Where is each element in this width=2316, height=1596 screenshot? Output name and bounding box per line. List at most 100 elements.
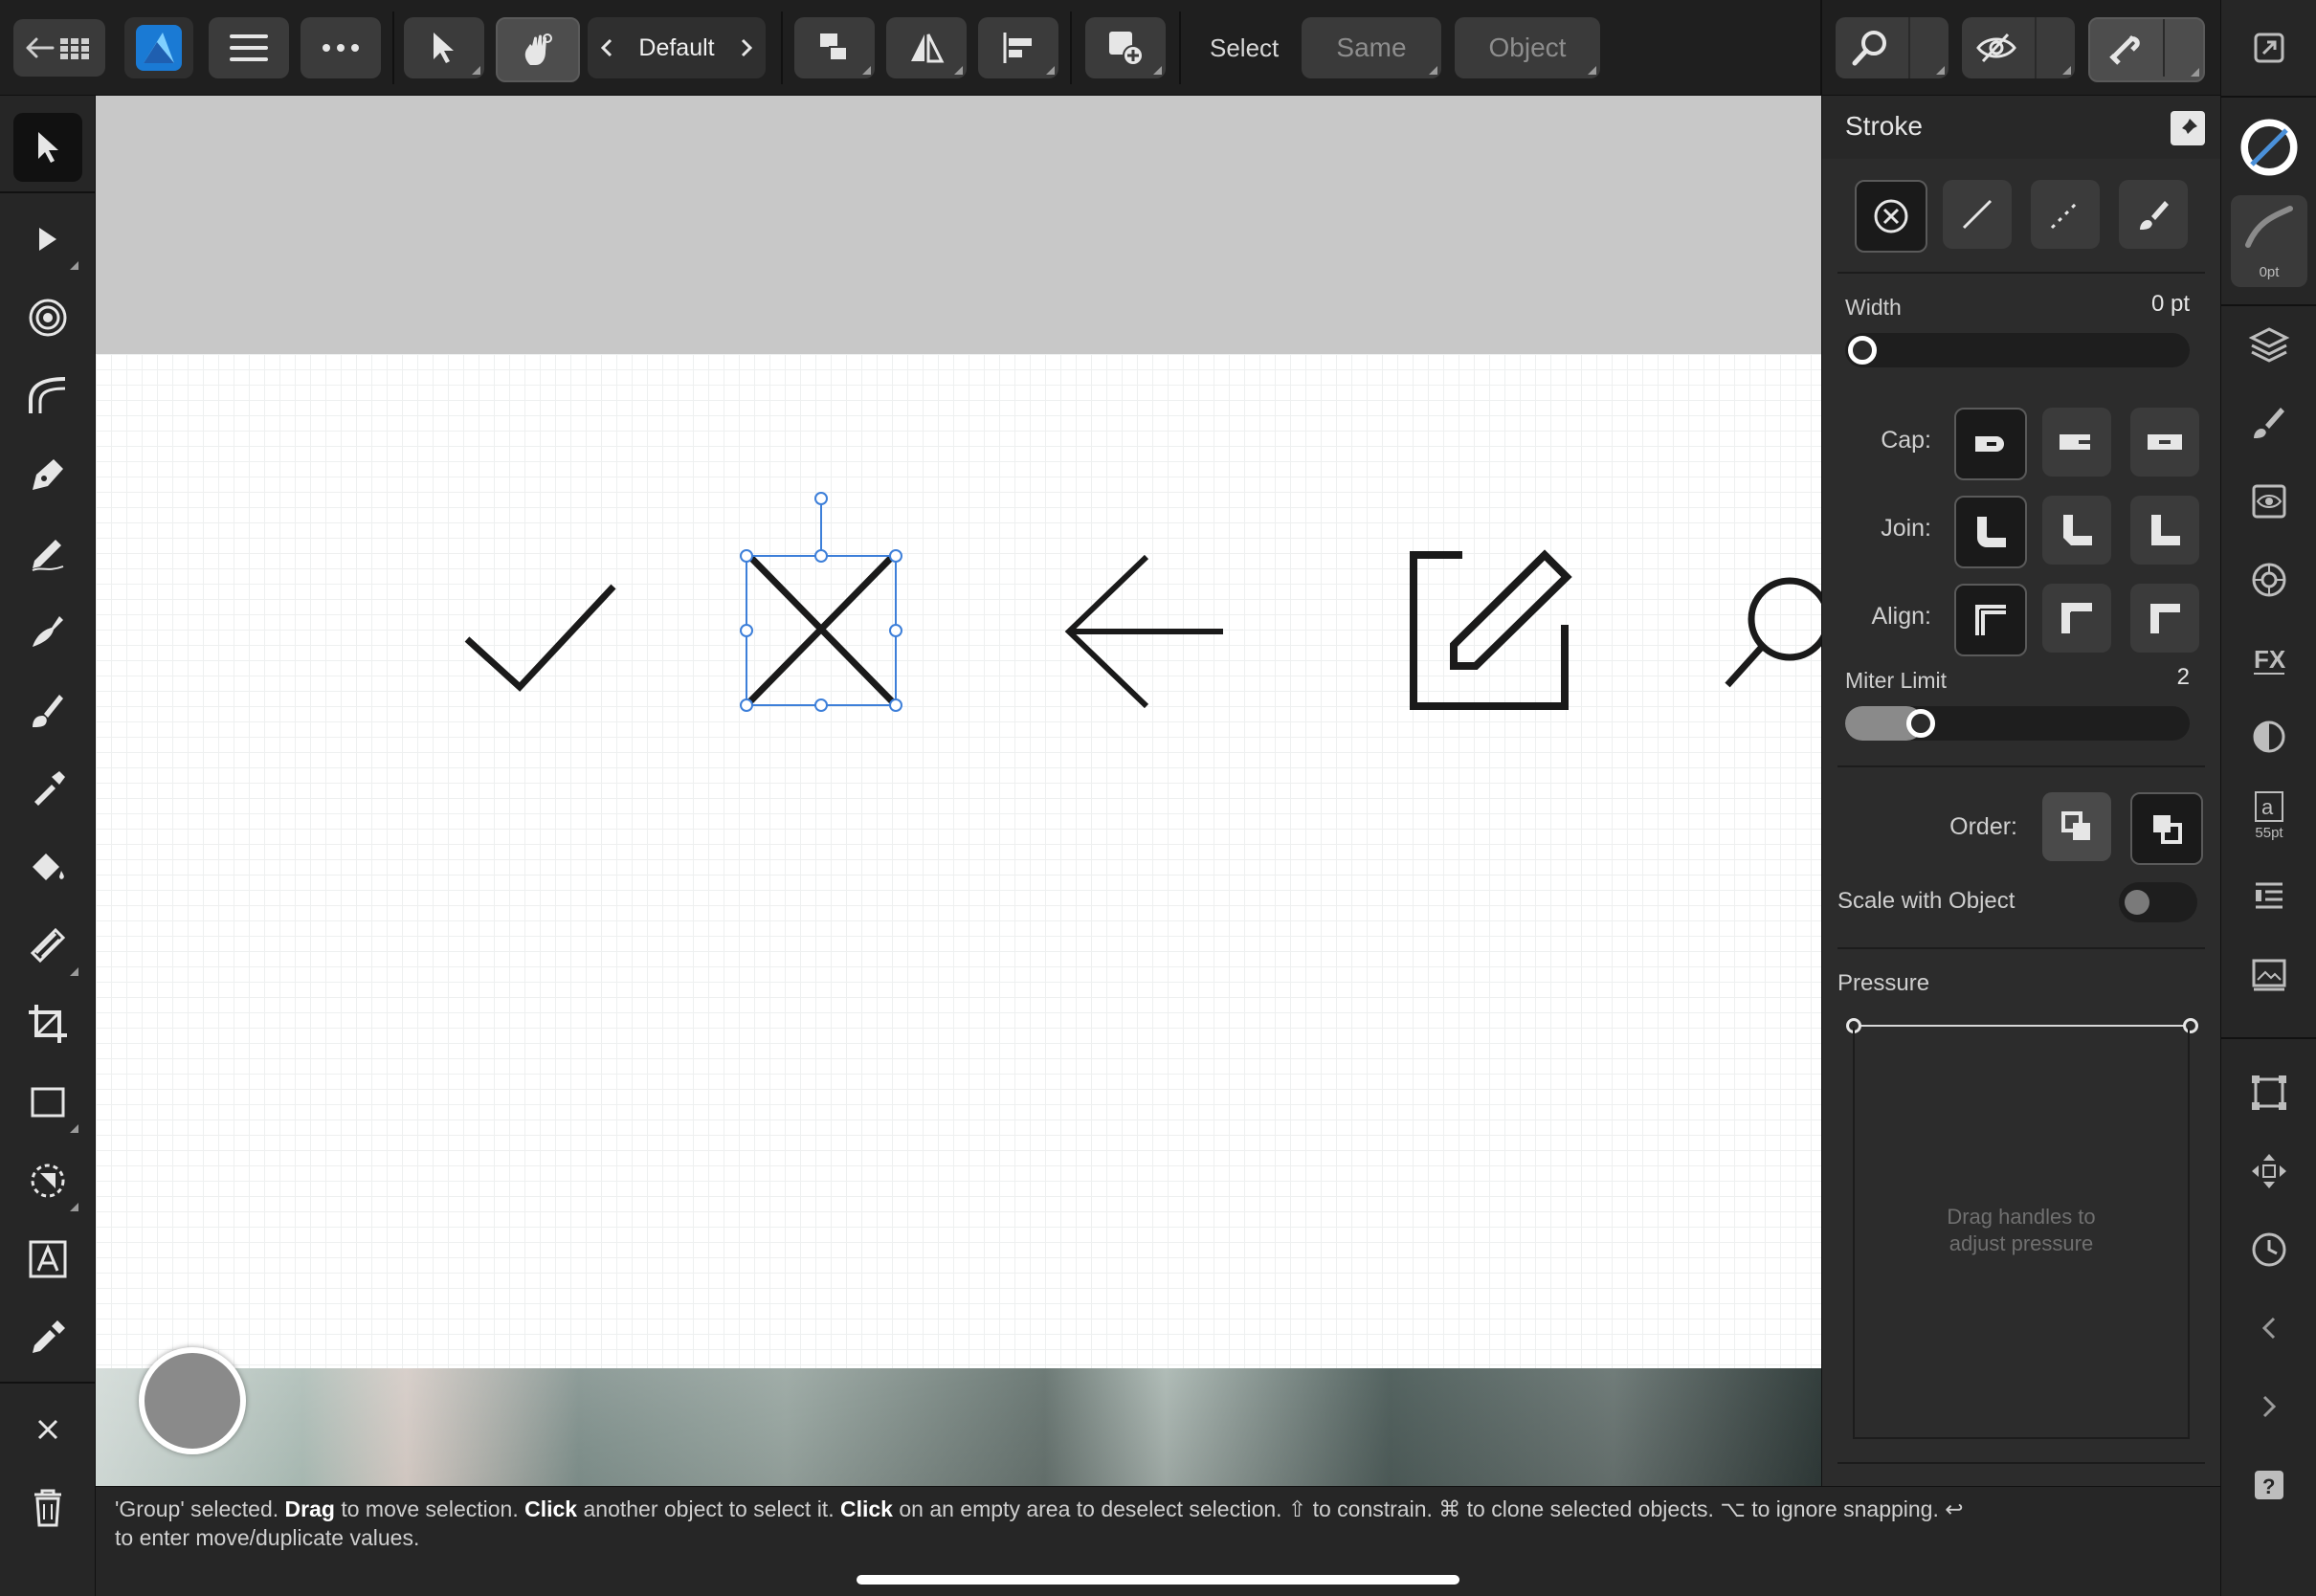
effects-studio-button[interactable]: FX: [2235, 624, 2304, 693]
chevron-left-icon[interactable]: [601, 38, 612, 57]
x-shape-group[interactable]: [746, 553, 896, 705]
gradient-circle-icon: [2250, 718, 2288, 756]
fullscreen-button[interactable]: [2235, 13, 2304, 82]
transform-studio-button[interactable]: [2235, 1058, 2304, 1127]
selection-bounding-box[interactable]: [740, 492, 902, 712]
stroke-brush-button[interactable]: [2119, 180, 2188, 249]
pressure-hint-line-1: Drag handles to: [1947, 1205, 2096, 1229]
toolbar-divider: [781, 11, 783, 84]
tools-panel: [0, 96, 96, 1596]
canvas[interactable]: [96, 96, 1821, 1486]
touch-cursor-button[interactable]: [139, 1347, 246, 1454]
width-value: 0 pt: [2150, 291, 2190, 317]
more-dots-icon: [322, 43, 360, 53]
move-tool[interactable]: [13, 113, 82, 182]
vector-brush-tool[interactable]: [13, 597, 82, 666]
delete-button[interactable]: [13, 1474, 82, 1542]
miter-limit-thumb[interactable]: [1906, 709, 1935, 738]
text-tool[interactable]: [13, 1225, 82, 1294]
select-mode-button[interactable]: [404, 17, 484, 78]
more-button[interactable]: [301, 17, 381, 78]
order-in-front-button[interactable]: [2130, 792, 2203, 865]
pin-panel-button[interactable]: [2171, 111, 2205, 145]
stroke-dashed-button[interactable]: [2031, 180, 2100, 249]
color-studio-button[interactable]: [2235, 545, 2304, 614]
collapse-right-button[interactable]: [2235, 1372, 2304, 1441]
back-to-documents-button[interactable]: [13, 19, 105, 77]
flip-button[interactable]: [886, 17, 967, 78]
checkmark-shape[interactable]: [464, 584, 616, 692]
brushes-studio-button[interactable]: [2235, 388, 2304, 457]
pressure-graph[interactable]: Drag handles to adjust pressure: [1853, 1028, 2190, 1439]
arrange-button[interactable]: [794, 17, 875, 78]
pen-tool[interactable]: [13, 440, 82, 509]
width-slider-thumb[interactable]: [1848, 336, 1877, 365]
history-studio-button[interactable]: [2235, 1215, 2304, 1284]
edit-compose-shape[interactable]: [1410, 549, 1572, 710]
close-tool-button[interactable]: [13, 1395, 82, 1464]
assets-studio-button[interactable]: [2235, 940, 2304, 1009]
color-picker-tool[interactable]: [13, 1303, 82, 1372]
align-center-button[interactable]: [1954, 584, 2027, 656]
chevron-right-icon[interactable]: [741, 38, 752, 57]
view-mode-button[interactable]: [1962, 17, 2075, 78]
text-styles-studio-button[interactable]: a 55pt: [2235, 781, 2304, 850]
persona-switcher[interactable]: Default: [588, 17, 766, 78]
select-object-button[interactable]: Object: [1455, 17, 1600, 78]
navigator-studio-button[interactable]: [2235, 1137, 2304, 1206]
stroke-curve-icon: [2244, 203, 2294, 251]
move-arrows-icon: [2250, 1152, 2288, 1190]
paragraph-studio-button[interactable]: [2235, 861, 2304, 930]
collapse-left-button[interactable]: [2235, 1294, 2304, 1363]
rectangle-tool[interactable]: [13, 1068, 82, 1137]
align-inside-button[interactable]: [2042, 584, 2111, 653]
search-shape[interactable]: [1725, 577, 1821, 688]
back-grid-icon: [24, 33, 95, 62]
toolbar-divider: [1179, 11, 1181, 84]
studio-divider: [2221, 1037, 2316, 1039]
layers-studio-button[interactable]: [2235, 310, 2304, 379]
stroke-width-swatch[interactable]: 0pt: [2231, 195, 2307, 287]
stroke-solid-button[interactable]: [1943, 180, 2012, 249]
history-clock-icon: [2250, 1230, 2288, 1269]
cap-round-icon: [2058, 431, 2096, 454]
transparency-tool[interactable]: [13, 911, 82, 980]
corner-tool[interactable]: [13, 362, 82, 431]
cap-round-button[interactable]: [2042, 408, 2111, 477]
zoom-button[interactable]: [1836, 17, 1949, 78]
appearance-studio-button[interactable]: [2235, 467, 2304, 536]
pencil-tool[interactable]: [13, 519, 82, 587]
stroke-none-button[interactable]: [1855, 180, 1927, 253]
align-outside-button[interactable]: [2130, 584, 2199, 653]
help-button[interactable]: ?: [2235, 1451, 2304, 1519]
align-button[interactable]: [978, 17, 1058, 78]
join-miter-button[interactable]: [1954, 496, 2027, 568]
contour-tool[interactable]: [13, 283, 82, 352]
snapping-button[interactable]: [2088, 17, 2205, 82]
touch-mode-button[interactable]: [496, 17, 580, 82]
cap-butt-button[interactable]: [1954, 408, 2027, 480]
miter-limit-slider[interactable]: [1845, 706, 2190, 741]
cap-square-button[interactable]: [2130, 408, 2199, 477]
gradient-studio-button[interactable]: [2235, 702, 2304, 771]
none-circle-x-icon: [1872, 197, 1910, 235]
app-persona-button[interactable]: [124, 17, 193, 78]
pixel-brush-tool[interactable]: [13, 676, 82, 744]
order-behind-fill-button[interactable]: [2042, 792, 2111, 861]
join-round-button[interactable]: [2042, 496, 2111, 565]
menu-button[interactable]: [209, 17, 289, 78]
svg-text:a: a: [2261, 795, 2274, 819]
stroke-color-swatch[interactable]: [2235, 113, 2304, 182]
node-tool[interactable]: [13, 205, 82, 274]
home-indicator[interactable]: [857, 1575, 1459, 1585]
width-slider[interactable]: [1845, 333, 2190, 367]
scale-with-object-toggle[interactable]: [2119, 882, 2197, 922]
boolean-add-button[interactable]: [1085, 17, 1166, 78]
shape-builder-tool[interactable]: [13, 1146, 82, 1215]
fill-tool[interactable]: [13, 754, 82, 823]
select-same-button[interactable]: Same: [1302, 17, 1441, 78]
crop-tool[interactable]: [13, 989, 82, 1058]
paint-bucket-tool[interactable]: [13, 832, 82, 901]
arrow-left-shape[interactable]: [1064, 554, 1223, 709]
join-bevel-button[interactable]: [2130, 496, 2199, 565]
